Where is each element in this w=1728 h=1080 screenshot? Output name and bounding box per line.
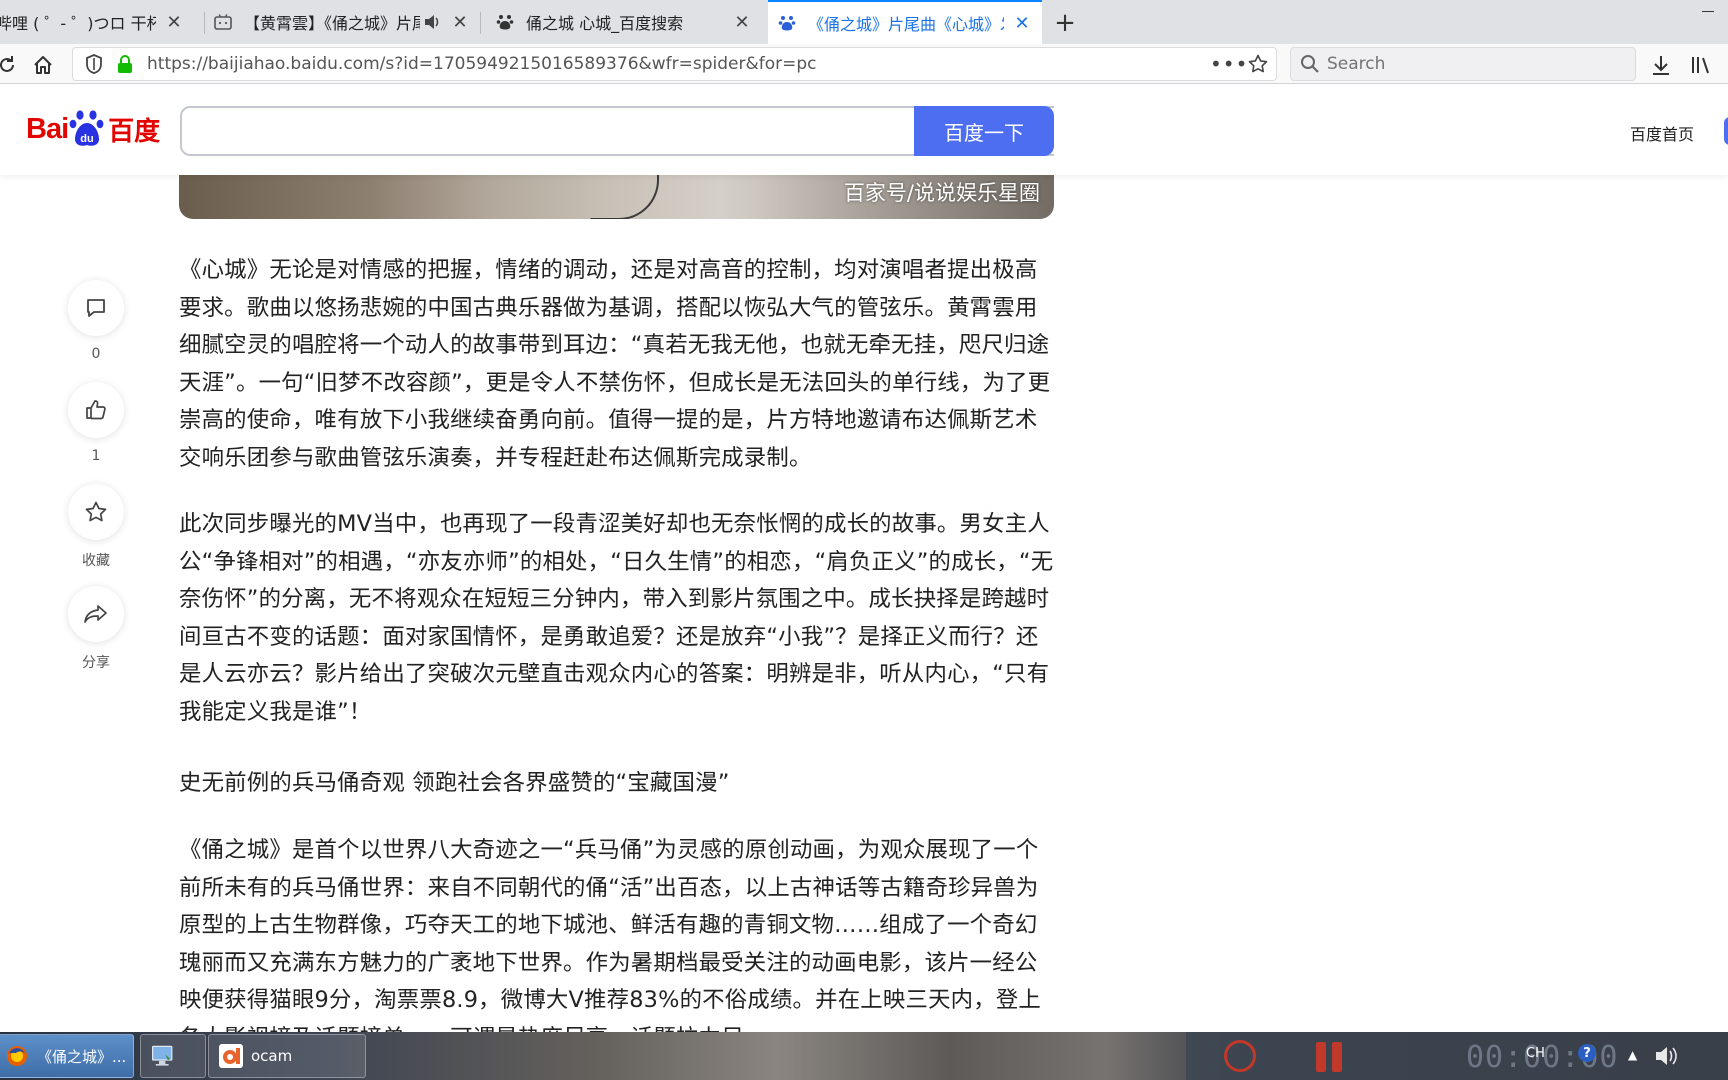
computer-icon bbox=[151, 1044, 175, 1068]
speaker-icon[interactable] bbox=[424, 14, 442, 30]
favorite-action[interactable]: 收藏 bbox=[68, 484, 124, 570]
new-tab-button[interactable]: + bbox=[1048, 6, 1082, 40]
comment-count: 0 bbox=[91, 346, 101, 362]
lock-icon[interactable] bbox=[113, 52, 137, 76]
minimize-button[interactable] bbox=[1684, 0, 1728, 24]
url-text[interactable]: https://baijiahao.baidu.com/s?id=1705949… bbox=[147, 54, 1210, 74]
article-paragraph: 《俑之城》是首个以世界八大奇迹之一“兵马俑”为灵感的原创动画，为观众展现了一个前… bbox=[179, 837, 1042, 1051]
logo-bai-text: Bai bbox=[26, 112, 69, 145]
bookmark-star-icon[interactable] bbox=[1240, 54, 1276, 74]
tracking-shield-icon[interactable] bbox=[79, 49, 109, 79]
library-icon[interactable] bbox=[1688, 52, 1714, 78]
like-action[interactable]: 1 bbox=[68, 382, 124, 464]
close-icon[interactable]: ✕ bbox=[450, 12, 470, 33]
bilibili-tv-icon bbox=[214, 13, 232, 31]
search-placeholder: Search bbox=[1327, 54, 1386, 74]
tab-title: 哔哩 ( ゜- ゜)つロ 干杯~-bi bbox=[0, 14, 156, 33]
tab-bilibili[interactable]: 哔哩 ( ゜- ゜)つロ 干杯~-bi ✕ bbox=[0, 0, 194, 44]
reload-icon[interactable] bbox=[0, 50, 22, 80]
help-icon[interactable]: ? bbox=[1578, 1044, 1596, 1062]
close-icon[interactable]: ✕ bbox=[732, 12, 752, 33]
star-icon bbox=[85, 501, 107, 522]
article-paragraph: 《心城》无论是对情感的把握，情绪的调动，还是对高音的控制，均对演唱者提出极高要求… bbox=[179, 257, 1051, 471]
web-search-bar[interactable]: Search bbox=[1290, 47, 1636, 81]
record-icon[interactable] bbox=[1224, 1040, 1256, 1072]
search-icon bbox=[1293, 54, 1327, 74]
close-icon[interactable]: ✕ bbox=[164, 12, 184, 33]
baidu-paw-icon bbox=[496, 13, 514, 31]
baidu-logo[interactable]: Bai du 百度 bbox=[26, 107, 160, 151]
share-icon bbox=[84, 605, 107, 623]
tab-huangxiaoyun[interactable]: 【黄霄雲】《俑之城》片尾 ✕ bbox=[204, 0, 480, 44]
volume-icon[interactable] bbox=[1654, 1044, 1680, 1068]
image-watermark: 百家号/说说娱乐星圈 bbox=[843, 181, 1040, 205]
download-icon[interactable] bbox=[1648, 52, 1674, 78]
baidu-paw-icon bbox=[778, 14, 796, 32]
article-paragraph: 此次同步曝光的MV当中，也再现了一段青涩美好却也无奈怅惘的成长的故事。男女主人公… bbox=[179, 511, 1054, 725]
baidu-paw-logo-icon: du bbox=[69, 109, 105, 149]
share-label: 分享 bbox=[82, 655, 110, 671]
taskbar-item-firefox[interactable]: 《俑之城》... bbox=[0, 1034, 134, 1078]
svg-text:du: du bbox=[80, 133, 93, 145]
show-hidden-icons-icon[interactable]: ▲ bbox=[1628, 1048, 1637, 1062]
tab-title: 【黄霄雲】《俑之城》片尾 bbox=[244, 14, 420, 33]
home-icon[interactable] bbox=[28, 50, 58, 80]
favorite-button[interactable] bbox=[68, 484, 124, 540]
comment-button[interactable] bbox=[68, 280, 124, 336]
thumbs-up-icon bbox=[86, 400, 106, 420]
windows-taskbar: 《俑之城》... ocam 00:00:00 CH ? ▲ bbox=[0, 1032, 1728, 1080]
like-button[interactable] bbox=[68, 382, 124, 438]
favorite-label: 收藏 bbox=[82, 553, 110, 569]
comment-action[interactable]: 0 bbox=[68, 280, 124, 362]
input-language-indicator[interactable]: CH bbox=[1526, 1046, 1545, 1061]
article-subheading: 史无前例的兵马俑奇观 领跑社会各界盛赞的“宝藏国漫” bbox=[179, 770, 730, 796]
image-detail bbox=[589, 170, 659, 219]
taskbar-item-computer[interactable] bbox=[140, 1034, 206, 1078]
comment-icon bbox=[87, 299, 105, 317]
nav-toolbar: https://baijiahao.baidu.com/s?id=1705949… bbox=[0, 44, 1728, 84]
close-icon[interactable]: ✕ bbox=[1012, 13, 1032, 34]
system-tray bbox=[1186, 1032, 1728, 1080]
header-login-button-edge[interactable] bbox=[1724, 117, 1728, 145]
pause-icon[interactable] bbox=[1316, 1042, 1346, 1072]
taskbar-item-ocam[interactable]: ocam bbox=[208, 1034, 366, 1078]
tab-title: 《俑之城》片尾曲《心城》发布 bbox=[808, 15, 1004, 34]
like-count: 1 bbox=[91, 448, 101, 464]
firefox-icon bbox=[5, 1044, 29, 1068]
tab-title: 俑之城 心城_百度搜索 bbox=[526, 14, 684, 33]
share-action[interactable]: 分享 bbox=[68, 586, 124, 672]
baidu-header: Bai du 百度 百度一下 百度首页 bbox=[0, 85, 1728, 175]
address-bar[interactable]: https://baijiahao.baidu.com/s?id=1705949… bbox=[72, 47, 1277, 81]
tab-baijiahao-article[interactable]: 《俑之城》片尾曲《心城》发布 ✕ bbox=[768, 0, 1042, 44]
tab-separator bbox=[480, 12, 481, 34]
logo-du-text: 百度 bbox=[108, 116, 161, 146]
tab-baidu-search[interactable]: 俑之城 心城_百度搜索 ✕ bbox=[486, 0, 762, 44]
baidu-search-button[interactable]: 百度一下 bbox=[914, 106, 1054, 156]
page-actions-icon[interactable]: ••• bbox=[1210, 52, 1247, 76]
taskbar-item-label: 《俑之城》... bbox=[37, 1047, 127, 1066]
tab-strip: 哔哩 ( ゜- ゜)つロ 干杯~-bi ✕ 【黄霄雲】《俑之城》片尾 ✕ 俑之城… bbox=[0, 0, 1728, 44]
ocam-icon bbox=[219, 1044, 243, 1068]
baidu-home-link[interactable]: 百度首页 bbox=[1630, 121, 1694, 145]
taskbar-item-label: ocam bbox=[251, 1047, 293, 1065]
share-button[interactable] bbox=[68, 586, 124, 642]
